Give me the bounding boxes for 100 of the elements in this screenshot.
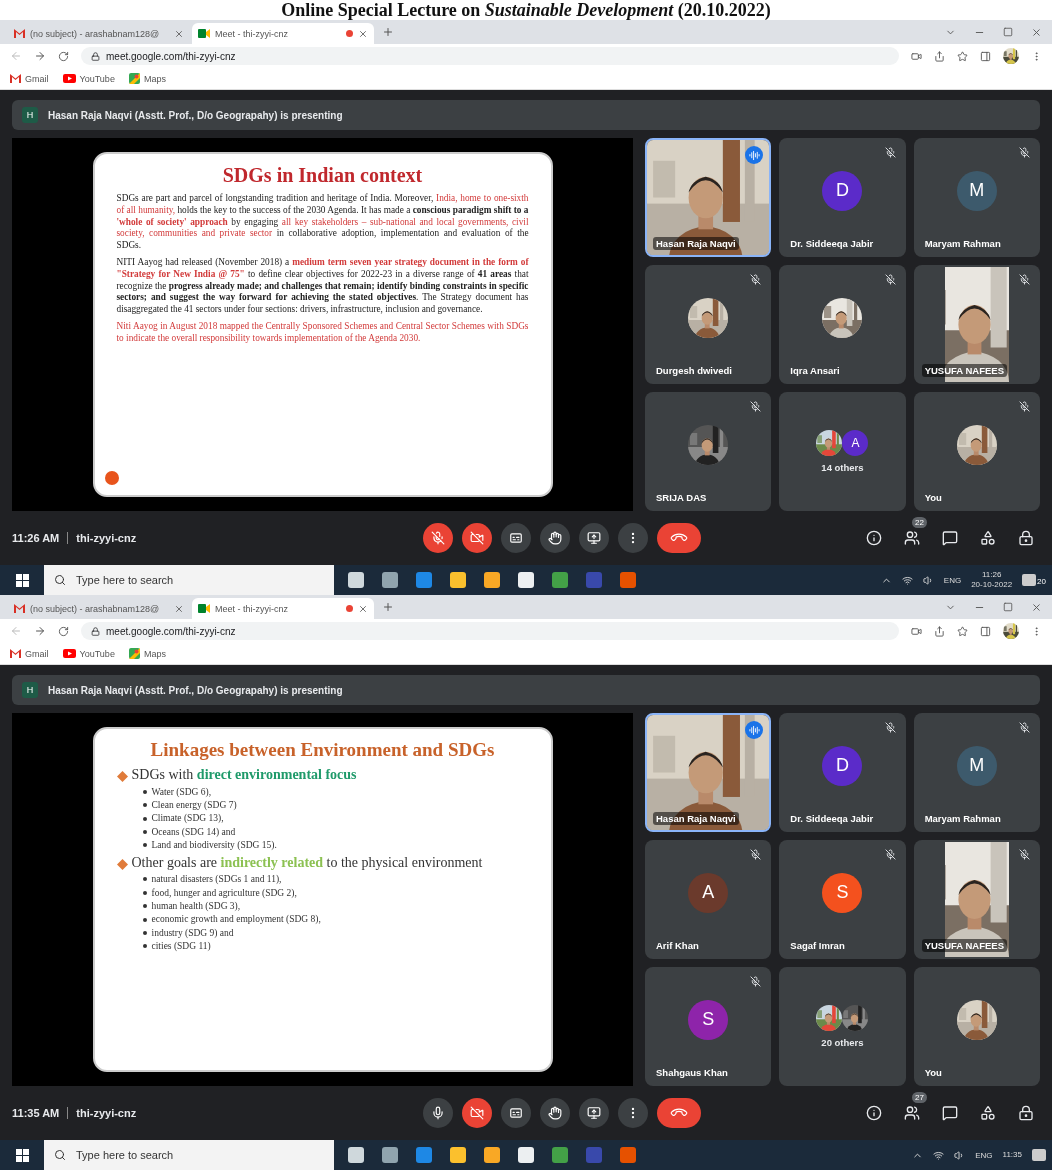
windows-logo-icon[interactable] xyxy=(15,1148,29,1162)
taskbar-search-field[interactable]: Type here to search xyxy=(74,1148,324,1162)
browser-tab[interactable]: Meet - thi-zyyi-cnz xyxy=(192,23,374,44)
participant-tile[interactable]: A 14 others xyxy=(779,392,906,511)
chat-icon xyxy=(942,530,958,546)
participant-tile[interactable]: SRIJA DAS xyxy=(645,392,772,511)
captions-button[interactable] xyxy=(501,1098,532,1128)
participant-tile[interactable]: M Maryam Rahman xyxy=(913,713,1040,832)
bullet-icon xyxy=(142,843,147,848)
browser-tab[interactable]: Meet - thi-zyyi-cnz xyxy=(192,598,374,619)
star-icon[interactable] xyxy=(957,625,968,637)
network-icon[interactable] xyxy=(933,1149,945,1161)
chat-button[interactable] xyxy=(942,530,958,546)
browser-tab[interactable]: (no subject) - arashabnam128@ xyxy=(8,598,190,619)
participant-tile[interactable]: You xyxy=(913,967,1040,1086)
forward-icon[interactable] xyxy=(34,625,46,637)
close-icon[interactable] xyxy=(174,603,184,614)
bookmark-link[interactable]: Maps xyxy=(128,648,166,659)
participant-name: Maryam Rahman xyxy=(923,812,1002,825)
bullet-icon xyxy=(142,830,147,834)
raise-hand-button[interactable] xyxy=(540,1098,571,1128)
language-indicator[interactable]: ENG xyxy=(975,1150,993,1160)
maximize-icon[interactable] xyxy=(1003,601,1013,612)
chat-button[interactable] xyxy=(942,1105,958,1121)
share-icon[interactable] xyxy=(934,625,945,637)
participant-tile[interactable]: Hasan Raja Naqvi xyxy=(645,138,772,257)
close-icon[interactable] xyxy=(358,603,368,614)
camera-button[interactable] xyxy=(462,1098,493,1128)
forward-icon[interactable] xyxy=(34,50,46,62)
clock[interactable]: 11:26 20-10-2022 xyxy=(971,570,1013,590)
share-icon[interactable] xyxy=(934,50,945,62)
side-panel-icon[interactable] xyxy=(980,625,991,637)
new-tab-icon[interactable] xyxy=(382,26,394,38)
address-field[interactable]: meet.google.com/thi-zyyi-cnz xyxy=(81,622,899,640)
taskbar-search-field[interactable]: Type here to search xyxy=(74,573,324,587)
close-icon[interactable] xyxy=(174,28,184,39)
people-button[interactable] xyxy=(904,1105,920,1121)
bookmark-link[interactable]: Gmail xyxy=(10,73,49,84)
close-icon[interactable] xyxy=(358,28,368,39)
people-icon xyxy=(904,1105,920,1121)
activities-button[interactable] xyxy=(980,1105,996,1121)
star-icon[interactable] xyxy=(957,50,968,62)
microphone-button[interactable] xyxy=(423,1098,454,1128)
info-button[interactable] xyxy=(866,1105,882,1121)
participant-tile[interactable]: Durgesh dwivedi xyxy=(645,265,772,384)
taskbar-search-box[interactable]: Type here to search xyxy=(44,565,334,595)
browser-tab[interactable]: (no subject) - arashabnam128@ xyxy=(8,23,190,44)
microphone-button[interactable] xyxy=(423,523,454,553)
participant-tile[interactable]: 20 others xyxy=(779,967,906,1086)
volume-icon[interactable] xyxy=(922,574,934,586)
maximize-icon[interactable] xyxy=(1003,26,1013,37)
camera-icon[interactable] xyxy=(911,50,922,62)
captions-button[interactable] xyxy=(501,523,532,553)
participant-tile[interactable]: You xyxy=(913,392,1040,511)
people-button[interactable] xyxy=(904,530,920,546)
participant-tile[interactable]: M Maryam Rahman xyxy=(913,138,1040,257)
participant-name: You xyxy=(923,1066,943,1079)
reload-icon[interactable] xyxy=(58,50,69,62)
bookmark-link[interactable]: YouTube xyxy=(62,73,115,84)
info-button[interactable] xyxy=(866,530,882,546)
host-controls-button[interactable] xyxy=(1018,530,1034,546)
close-icon[interactable] xyxy=(1031,601,1042,613)
camera-button[interactable] xyxy=(462,523,493,553)
present-button[interactable] xyxy=(579,523,610,553)
leave-call-button[interactable] xyxy=(657,1098,702,1128)
reload-icon[interactable] xyxy=(58,625,69,637)
participant-tile[interactable]: YUSUFA NAFEES xyxy=(913,265,1040,384)
windows-logo-icon[interactable] xyxy=(15,573,29,587)
participant-tile[interactable]: D Dr. Siddeeqa Jabir xyxy=(779,138,906,257)
close-icon[interactable] xyxy=(1031,26,1042,38)
participant-tile[interactable]: A Arif Khan xyxy=(645,840,772,959)
participant-tile[interactable]: YUSUFA NAFEES xyxy=(913,840,1040,959)
participant-tile[interactable]: S Shahgaus Khan xyxy=(645,967,772,1086)
present-button[interactable] xyxy=(579,1098,610,1128)
address-field[interactable]: meet.google.com/thi-zyyi-cnz xyxy=(81,47,899,65)
host-controls-button[interactable] xyxy=(1018,1105,1034,1121)
taskbar-search-box[interactable]: Type here to search xyxy=(44,1140,334,1170)
play-icon xyxy=(62,74,76,83)
avatar: D xyxy=(822,170,863,211)
raise-hand-button[interactable] xyxy=(540,523,571,553)
bookmark-link[interactable]: YouTube xyxy=(62,648,115,659)
mail-icon xyxy=(10,649,21,658)
participant-tile[interactable]: D Dr. Siddeeqa Jabir xyxy=(779,713,906,832)
side-panel-icon[interactable] xyxy=(980,50,991,62)
clock[interactable]: 11:35 xyxy=(1002,1150,1022,1160)
bookmark-link[interactable]: Maps xyxy=(128,73,166,84)
new-tab-icon[interactable] xyxy=(382,601,394,613)
leave-call-button[interactable] xyxy=(657,523,702,553)
participant-tile[interactable]: S Sagaf Imran xyxy=(779,840,906,959)
participant-tile[interactable]: Hasan Raja Naqvi xyxy=(645,713,772,832)
network-icon[interactable] xyxy=(901,574,913,586)
info-icon xyxy=(866,530,882,546)
bookmark-link[interactable]: Gmail xyxy=(10,648,49,659)
bullet-icon xyxy=(142,803,147,808)
participant-tile[interactable]: Iqra Ansari xyxy=(779,265,906,384)
people-icon xyxy=(904,530,920,546)
notification-icon[interactable] xyxy=(1022,574,1037,586)
activities-button[interactable] xyxy=(980,530,996,546)
language-indicator[interactable]: ENG xyxy=(943,575,962,585)
camera-icon[interactable] xyxy=(911,625,922,637)
